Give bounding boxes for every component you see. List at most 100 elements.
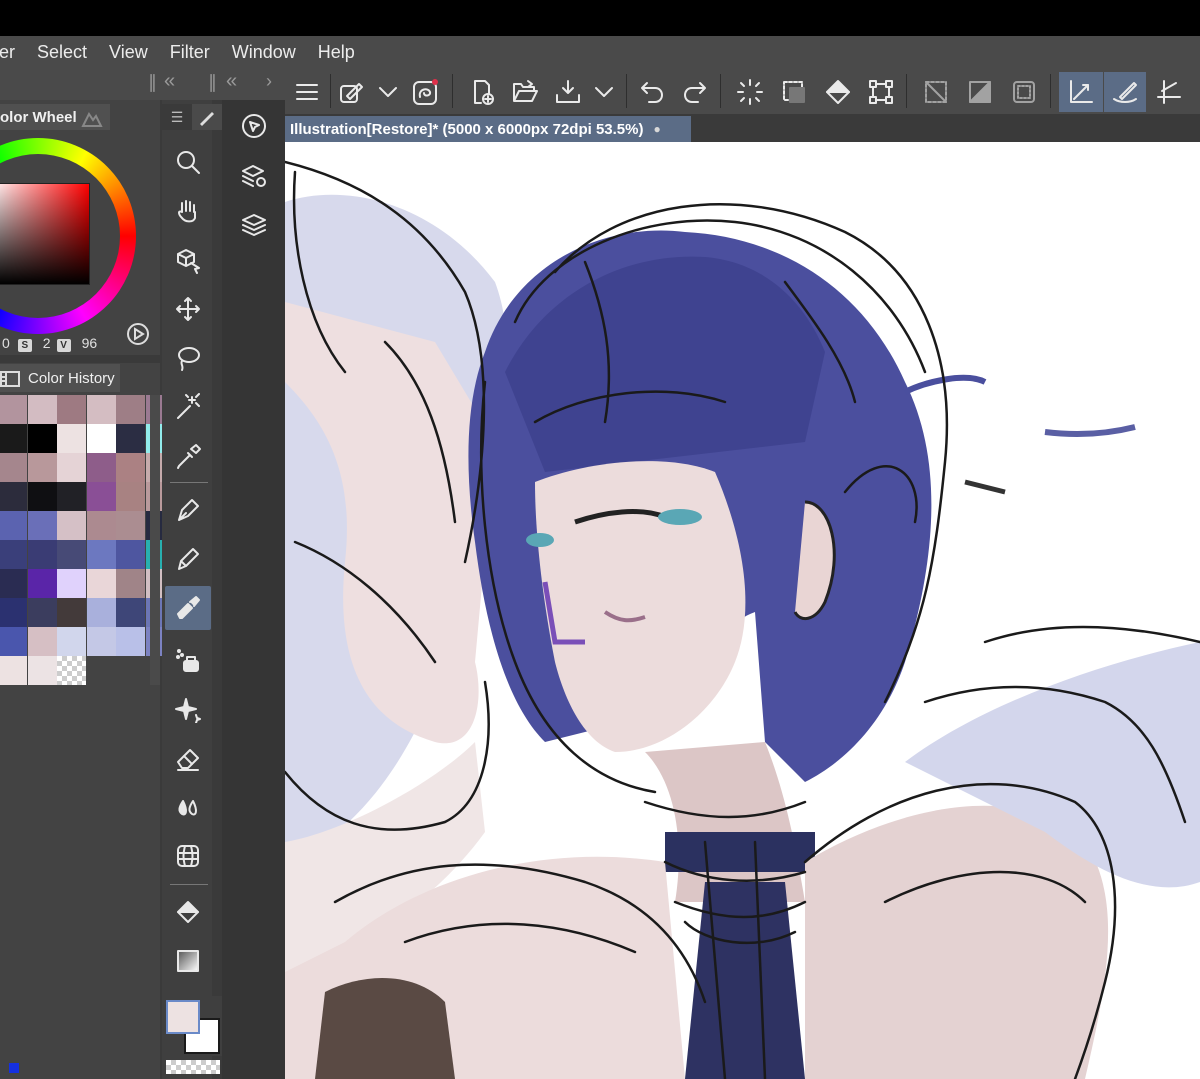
color-set-tab-icon[interactable] (80, 108, 104, 133)
color-history-swatch[interactable] (57, 453, 86, 482)
snap-grid-button[interactable] (1149, 72, 1189, 112)
color-history-swatch[interactable] (116, 598, 145, 627)
color-history-swatch[interactable] (116, 540, 145, 569)
brush-tool[interactable] (165, 586, 211, 630)
color-history-swatch[interactable] (27, 540, 57, 569)
color-history-swatch[interactable] (57, 482, 86, 511)
figure-tool[interactable] (165, 834, 211, 878)
pressure-settings-button[interactable] (405, 72, 445, 112)
dropdown-button[interactable] (368, 72, 408, 112)
menu-select[interactable]: Select (26, 36, 98, 68)
color-history-swatch[interactable] (27, 627, 57, 656)
color-history-swatch[interactable] (0, 424, 27, 453)
undo-button[interactable] (632, 72, 672, 112)
object-tool[interactable] (165, 238, 211, 282)
color-history-swatch[interactable] (27, 656, 57, 685)
color-history-swatch[interactable] (86, 540, 116, 569)
transform-button[interactable] (861, 72, 901, 112)
zoom-tool[interactable] (165, 140, 211, 184)
color-history-swatch[interactable] (27, 395, 57, 424)
deselect-button[interactable] (916, 72, 956, 112)
color-history-swatch[interactable] (57, 395, 86, 424)
snap-ruler-button[interactable] (1059, 72, 1103, 112)
decoration-tool[interactable] (165, 687, 211, 731)
color-history-swatch[interactable] (0, 598, 27, 627)
panel-grip-icon[interactable]: ∥ (148, 72, 157, 93)
color-history-swatch[interactable] (27, 598, 57, 627)
fill-selection-button[interactable] (818, 72, 858, 112)
open-file-button[interactable] (505, 72, 545, 112)
invert-selection-button[interactable] (960, 72, 1000, 112)
color-history-swatch[interactable] (0, 540, 27, 569)
color-history-swatch[interactable] (116, 569, 145, 598)
color-history-swatch[interactable] (86, 424, 116, 453)
gradient-tool[interactable] (165, 939, 211, 983)
redo-button[interactable] (675, 72, 715, 112)
move-layer-tool[interactable] (165, 287, 211, 331)
color-history-swatch[interactable] (86, 453, 116, 482)
color-history-swatch[interactable] (57, 598, 86, 627)
blend-tool[interactable] (165, 785, 211, 829)
color-history-swatch[interactable] (86, 511, 116, 540)
color-history-swatch[interactable] (57, 569, 86, 598)
color-history-swatch[interactable] (0, 511, 27, 540)
clear-button[interactable] (730, 72, 770, 112)
navigator-button[interactable] (236, 108, 272, 144)
color-history-swatch[interactable] (57, 627, 86, 656)
color-history-swatch[interactable] (0, 627, 27, 656)
color-mode-toggle-icon[interactable] (126, 322, 150, 351)
eyedropper-tool[interactable] (165, 434, 211, 478)
pen-tool[interactable] (165, 488, 211, 532)
selection-border-button[interactable] (1004, 72, 1044, 112)
fill-tool[interactable] (165, 890, 211, 934)
color-history-scrollbar[interactable] (150, 395, 160, 685)
save-dropdown-button[interactable] (584, 72, 624, 112)
expand-right-icon[interactable]: › (266, 71, 272, 92)
color-history-swatch[interactable] (57, 511, 86, 540)
color-history-swatch[interactable] (116, 453, 145, 482)
snap-special-ruler-button[interactable] (1104, 72, 1146, 112)
pencil-tool[interactable] (165, 537, 211, 581)
color-history-swatch[interactable] (86, 395, 116, 424)
tool-pen-tab-icon[interactable] (192, 104, 222, 130)
menu-window[interactable]: Window (221, 36, 307, 68)
main-color-swatch[interactable] (166, 1000, 200, 1034)
menu-view[interactable]: View (98, 36, 159, 68)
color-history-swatch[interactable] (0, 569, 27, 598)
lasso-selection-tool[interactable] (165, 336, 211, 380)
color-history-swatch[interactable] (27, 569, 57, 598)
new-file-button[interactable] (462, 72, 502, 112)
color-history-swatch[interactable] (27, 482, 57, 511)
menu-layer[interactable]: er (0, 36, 26, 68)
color-history-swatch[interactable] (57, 540, 86, 569)
color-history-swatch[interactable] (0, 656, 27, 685)
document-tab-close-icon[interactable]: ● (653, 122, 660, 136)
color-history-swatch[interactable] (0, 482, 27, 511)
layer-property-button[interactable] (236, 158, 272, 194)
color-history-swatch[interactable] (116, 511, 145, 540)
collapse-left-icon[interactable]: « (164, 70, 175, 93)
color-history-swatch[interactable] (57, 424, 86, 453)
color-history-swatch[interactable] (116, 424, 145, 453)
color-history-swatch[interactable] (0, 395, 27, 424)
airbrush-tool[interactable] (165, 637, 211, 681)
color-history-swatch[interactable] (86, 482, 116, 511)
saturation-value-square[interactable] (0, 183, 90, 285)
select-all-button[interactable] (774, 72, 814, 112)
tool-menu-icon[interactable]: ☰ (162, 104, 192, 130)
color-history-swatch[interactable] (116, 627, 145, 656)
color-history-swatch[interactable] (27, 511, 57, 540)
color-history-swatch[interactable] (57, 656, 86, 685)
color-history-swatch[interactable] (86, 569, 116, 598)
menu-button[interactable] (287, 72, 327, 112)
menu-help[interactable]: Help (307, 36, 366, 68)
drawing-canvas[interactable] (285, 142, 1200, 1079)
eraser-tool[interactable] (165, 736, 211, 780)
menu-filter[interactable]: Filter (159, 36, 221, 68)
edit-object-button[interactable] (331, 72, 371, 112)
auto-select-tool[interactable] (165, 385, 211, 429)
color-history-swatch[interactable] (27, 424, 57, 453)
color-history-swatch[interactable] (116, 482, 145, 511)
panel-grip-icon[interactable]: ∥ (208, 72, 217, 93)
color-history-swatch[interactable] (0, 453, 27, 482)
